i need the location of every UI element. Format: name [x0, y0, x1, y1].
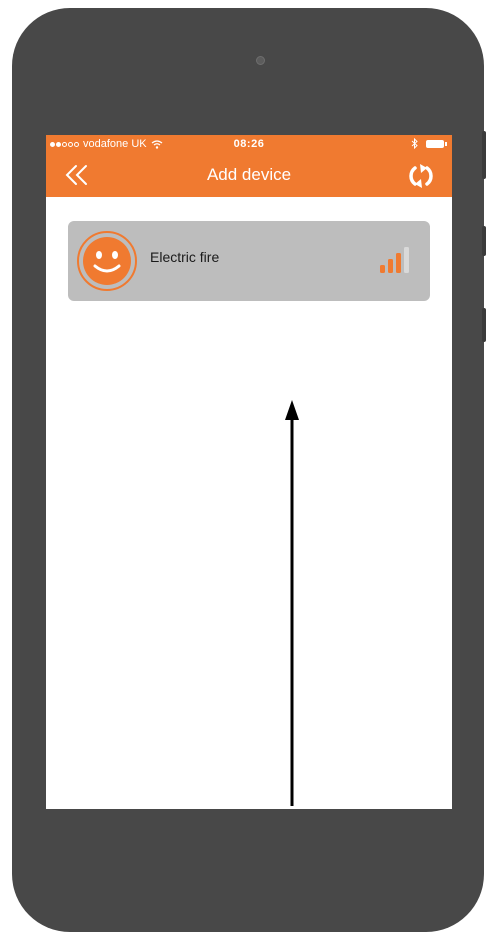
status-right [411, 138, 447, 149]
double-chevron-left-icon [65, 165, 87, 185]
power-button [106, 13, 180, 20]
signal-strength-icon [380, 247, 409, 273]
page-title: Add device [206, 165, 292, 184]
refresh-button[interactable] [404, 161, 438, 191]
device-list-item[interactable]: Electric fire [68, 221, 430, 301]
up-arrow-annotation [285, 400, 299, 806]
volume-down-button [482, 226, 486, 256]
status-bar: vodafone UK 08:26 [46, 135, 452, 153]
back-button[interactable] [60, 159, 94, 191]
app-screen: vodafone UK 08:26 Add device Electric fi… [46, 135, 452, 809]
device-name: Electric fire [150, 249, 220, 265]
nav-bar: Add device [46, 153, 452, 197]
refresh-icon [409, 164, 433, 188]
bluetooth-icon [411, 138, 418, 149]
battery-icon [426, 139, 447, 148]
front-camera [256, 56, 265, 65]
smiley-face-icon [77, 231, 137, 291]
volume-up-button [482, 131, 486, 179]
status-time: 08:26 [233, 138, 265, 150]
side-switch [482, 308, 486, 342]
